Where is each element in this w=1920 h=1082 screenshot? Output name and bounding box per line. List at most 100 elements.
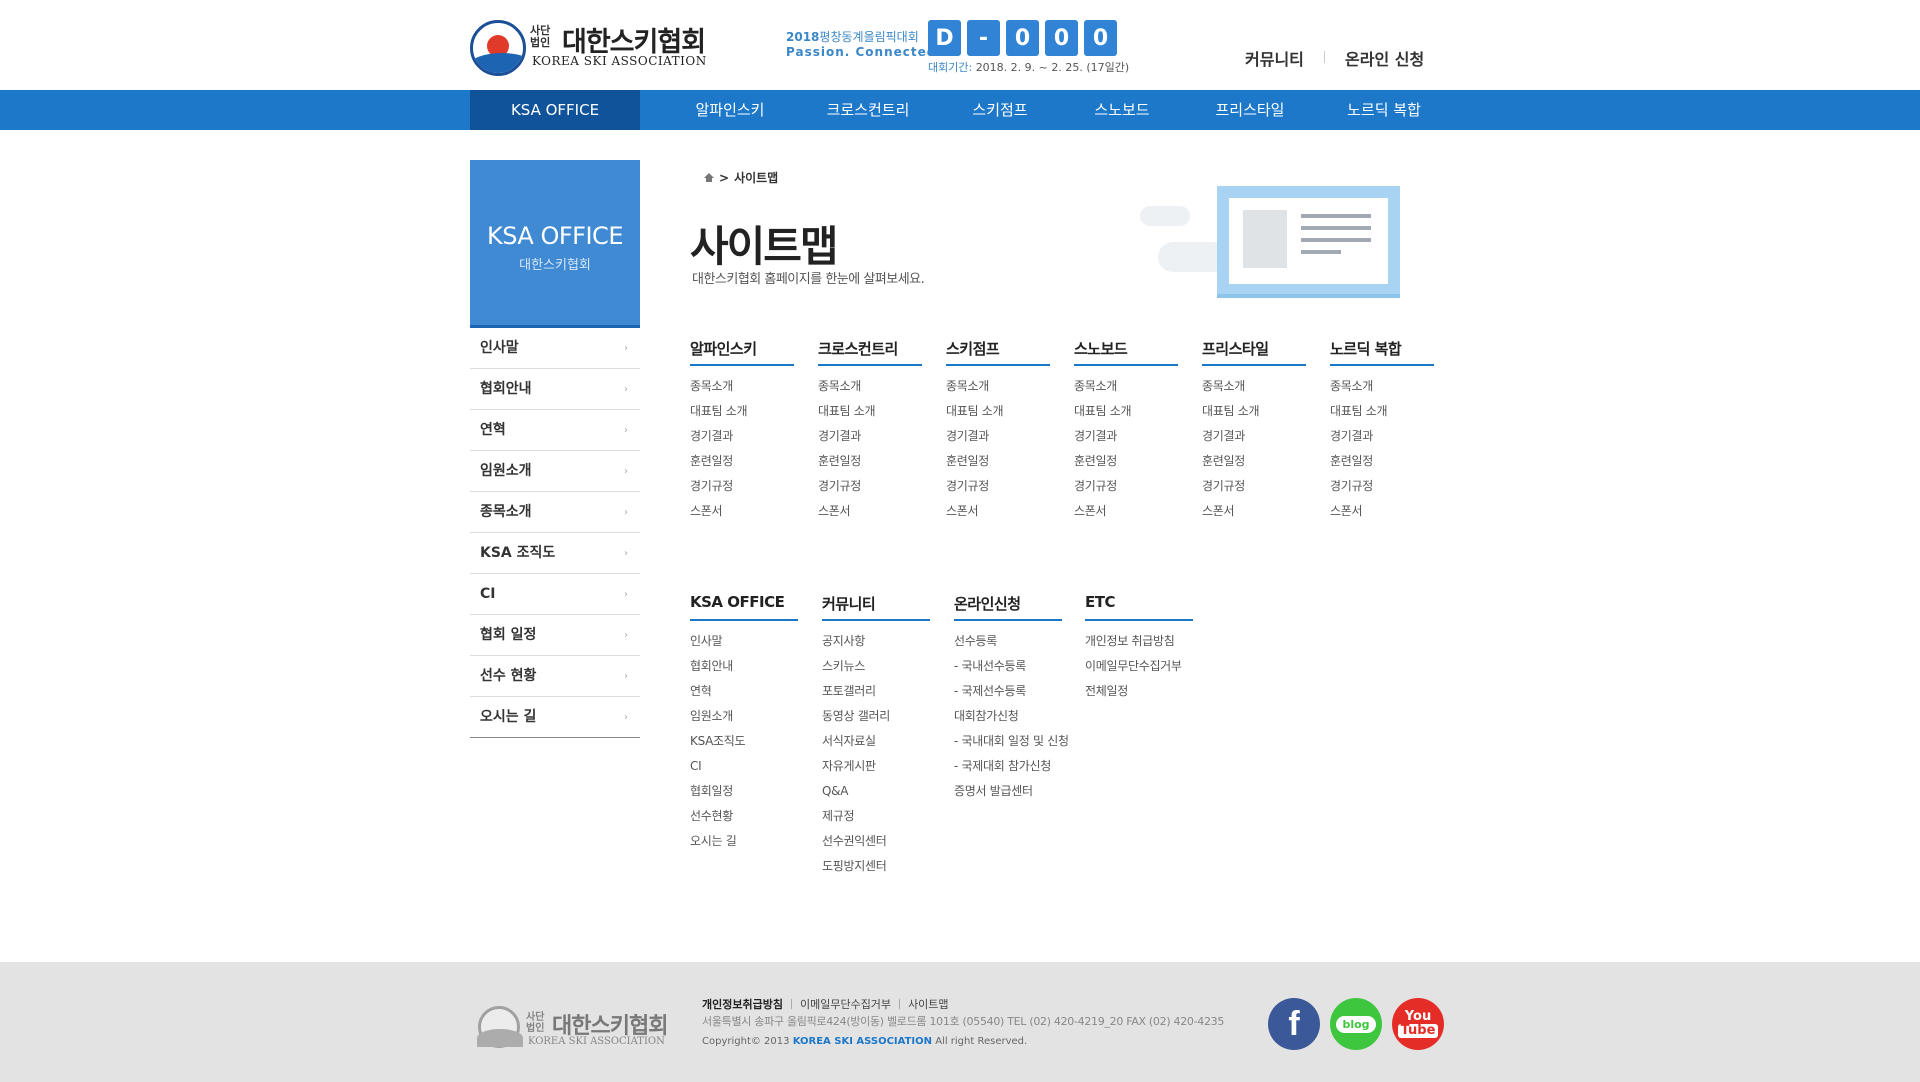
gnb-item-ksa-office[interactable]: KSA OFFICE (470, 90, 640, 130)
sitemap-link[interactable]: 경기규정 (1330, 478, 1434, 503)
lnb-item-directions[interactable]: 오시는 길 › (470, 697, 640, 738)
sitemap-column-title[interactable]: 알파인스키 (690, 338, 794, 366)
sitemap-link[interactable]: 선수현황 (690, 808, 798, 833)
sitemap-link[interactable]: 협회안내 (690, 658, 798, 683)
lnb-item-greeting[interactable]: 인사말 › (470, 328, 640, 369)
blog-icon[interactable]: blog (1330, 998, 1382, 1050)
sitemap-link[interactable]: 스폰서 (1330, 503, 1434, 528)
sitemap-column-title[interactable]: 프리스타일 (1202, 338, 1306, 366)
home-icon[interactable] (704, 173, 714, 182)
facebook-icon[interactable]: f (1268, 998, 1320, 1050)
gnb-item-alpine[interactable]: 알파인스키 (680, 90, 780, 130)
sitemap-link[interactable]: 협회일정 (690, 783, 798, 808)
sitemap-link[interactable]: 대표팀 소개 (946, 403, 1050, 428)
sitemap-link[interactable]: 임원소개 (690, 708, 798, 733)
sitemap-link[interactable]: 자유게시판 (822, 758, 930, 783)
gnb-item-ski-jump[interactable]: 스키점프 (950, 90, 1050, 130)
sitemap-link[interactable]: 증명서 발급센터 (954, 783, 1062, 808)
sitemap-link[interactable]: 스폰서 (1074, 503, 1178, 528)
sitemap-link[interactable]: 오시는 길 (690, 833, 798, 858)
sitemap-link[interactable]: 경기결과 (1074, 428, 1178, 453)
sitemap-link[interactable]: 경기결과 (946, 428, 1050, 453)
sitemap-link[interactable]: 서식자료실 (822, 733, 930, 758)
sitemap-link[interactable]: 도핑방지센터 (822, 858, 930, 883)
sitemap-link[interactable]: - 국내대회 일정 및 신청 (954, 733, 1069, 758)
footer-link-email-refusal[interactable]: 이메일무단수집거부 (800, 996, 891, 1012)
sitemap-column-title[interactable]: ETC (1085, 593, 1193, 621)
sitemap-link[interactable]: 대표팀 소개 (690, 403, 794, 428)
sitemap-link[interactable]: 동영상 갤러리 (822, 708, 930, 733)
lnb-item-about[interactable]: 협회안내 › (470, 369, 640, 410)
sitemap-link[interactable]: - 국제대회 참가신청 (954, 758, 1062, 783)
lnb-item-athletes[interactable]: 선수 현황 › (470, 656, 640, 697)
sitemap-link[interactable]: 훈련일정 (1330, 453, 1434, 478)
sitemap-link[interactable]: 스폰서 (946, 503, 1050, 528)
sitemap-link[interactable]: 훈련일정 (818, 453, 922, 478)
sitemap-link[interactable]: 경기규정 (1202, 478, 1306, 503)
sitemap-link[interactable]: 경기결과 (818, 428, 922, 453)
gnb-item-freestyle[interactable]: 프리스타일 (1200, 90, 1300, 130)
sitemap-column-title[interactable]: KSA OFFICE (690, 593, 798, 621)
sitemap-link[interactable]: 스폰서 (1202, 503, 1306, 528)
sitemap-link[interactable]: 경기규정 (690, 478, 794, 503)
sitemap-column-title[interactable]: 스키점프 (946, 338, 1050, 366)
sitemap-link[interactable]: 종목소개 (1202, 378, 1306, 403)
sitemap-link[interactable]: 경기규정 (818, 478, 922, 503)
sitemap-link[interactable]: 포토갤러리 (822, 683, 930, 708)
sitemap-column-title[interactable]: 크로스컨트리 (818, 338, 922, 366)
footer-link-sitemap[interactable]: 사이트맵 (908, 996, 948, 1012)
util-link-online-apply[interactable]: 온라인 신청 (1345, 46, 1424, 70)
sitemap-link[interactable]: 경기결과 (1202, 428, 1306, 453)
lnb-item-ci[interactable]: CI › (470, 574, 640, 615)
sitemap-link[interactable]: 스키뉴스 (822, 658, 930, 683)
sitemap-link[interactable]: 훈련일정 (1074, 453, 1178, 478)
sitemap-link[interactable]: 이메일무단수집거부 (1085, 658, 1193, 683)
sitemap-link[interactable]: 종목소개 (946, 378, 1050, 403)
sitemap-link[interactable]: 선수등록 (954, 633, 1062, 658)
sitemap-link[interactable]: 개인정보 취급방침 (1085, 633, 1193, 658)
sitemap-link[interactable]: 연혁 (690, 683, 798, 708)
lnb-item-events[interactable]: 종목소개 › (470, 492, 640, 533)
sitemap-link[interactable]: 공지사항 (822, 633, 930, 658)
sitemap-link[interactable]: CI (690, 758, 798, 783)
lnb-item-history[interactable]: 연혁 › (470, 410, 640, 451)
sitemap-link[interactable]: Q&A (822, 783, 930, 808)
sitemap-link[interactable]: 훈련일정 (946, 453, 1050, 478)
gnb-item-nordic-combined[interactable]: 노르딕 복합 (1334, 90, 1434, 130)
sitemap-link[interactable]: 전체일정 (1085, 683, 1193, 708)
sitemap-link[interactable]: 훈련일정 (1202, 453, 1306, 478)
sitemap-link[interactable]: 선수권익센터 (822, 833, 930, 858)
sitemap-column-title[interactable]: 온라인신청 (954, 593, 1062, 621)
sitemap-link[interactable]: 대표팀 소개 (818, 403, 922, 428)
sitemap-link[interactable]: 인사말 (690, 633, 798, 658)
sitemap-link[interactable]: 종목소개 (690, 378, 794, 403)
youtube-icon[interactable]: You Tube (1392, 998, 1444, 1050)
sitemap-link[interactable]: 종목소개 (1330, 378, 1434, 403)
sitemap-link[interactable]: 종목소개 (1074, 378, 1178, 403)
sitemap-link[interactable]: 종목소개 (818, 378, 922, 403)
sitemap-link[interactable]: 경기결과 (1330, 428, 1434, 453)
sitemap-link[interactable]: 대표팀 소개 (1330, 403, 1434, 428)
sitemap-link[interactable]: 훈련일정 (690, 453, 794, 478)
sitemap-link[interactable]: 대표팀 소개 (1074, 403, 1178, 428)
sitemap-column-title[interactable]: 커뮤니티 (822, 593, 930, 621)
gnb-item-snowboard[interactable]: 스노보드 (1072, 90, 1172, 130)
sitemap-link[interactable]: KSA조직도 (690, 733, 798, 758)
lnb-item-executives[interactable]: 임원소개 › (470, 451, 640, 492)
site-logo[interactable]: 사단법인 대한스키협회 KOREA SKI ASSOCIATION (470, 16, 706, 76)
sitemap-link[interactable]: 대표팀 소개 (1202, 403, 1306, 428)
sitemap-link[interactable]: 제규정 (822, 808, 930, 833)
footer-link-privacy[interactable]: 개인정보취급방침 (702, 996, 783, 1012)
sitemap-column-title[interactable]: 노르딕 복합 (1330, 338, 1434, 366)
lnb-item-org-chart[interactable]: KSA 조직도 › (470, 533, 640, 574)
sitemap-link[interactable]: 스폰서 (818, 503, 922, 528)
sitemap-link[interactable]: 경기결과 (690, 428, 794, 453)
lnb-item-schedule[interactable]: 협회 일정 › (470, 615, 640, 656)
sitemap-link[interactable]: 경기규정 (946, 478, 1050, 503)
sitemap-link[interactable]: - 국제선수등록 (954, 683, 1062, 708)
sitemap-column-title[interactable]: 스노보드 (1074, 338, 1178, 366)
sitemap-link[interactable]: 경기규정 (1074, 478, 1178, 503)
gnb-item-cross-country[interactable]: 크로스컨트리 (818, 90, 918, 130)
sitemap-link[interactable]: 대회참가신청 (954, 708, 1062, 733)
util-link-community[interactable]: 커뮤니티 (1245, 46, 1304, 70)
